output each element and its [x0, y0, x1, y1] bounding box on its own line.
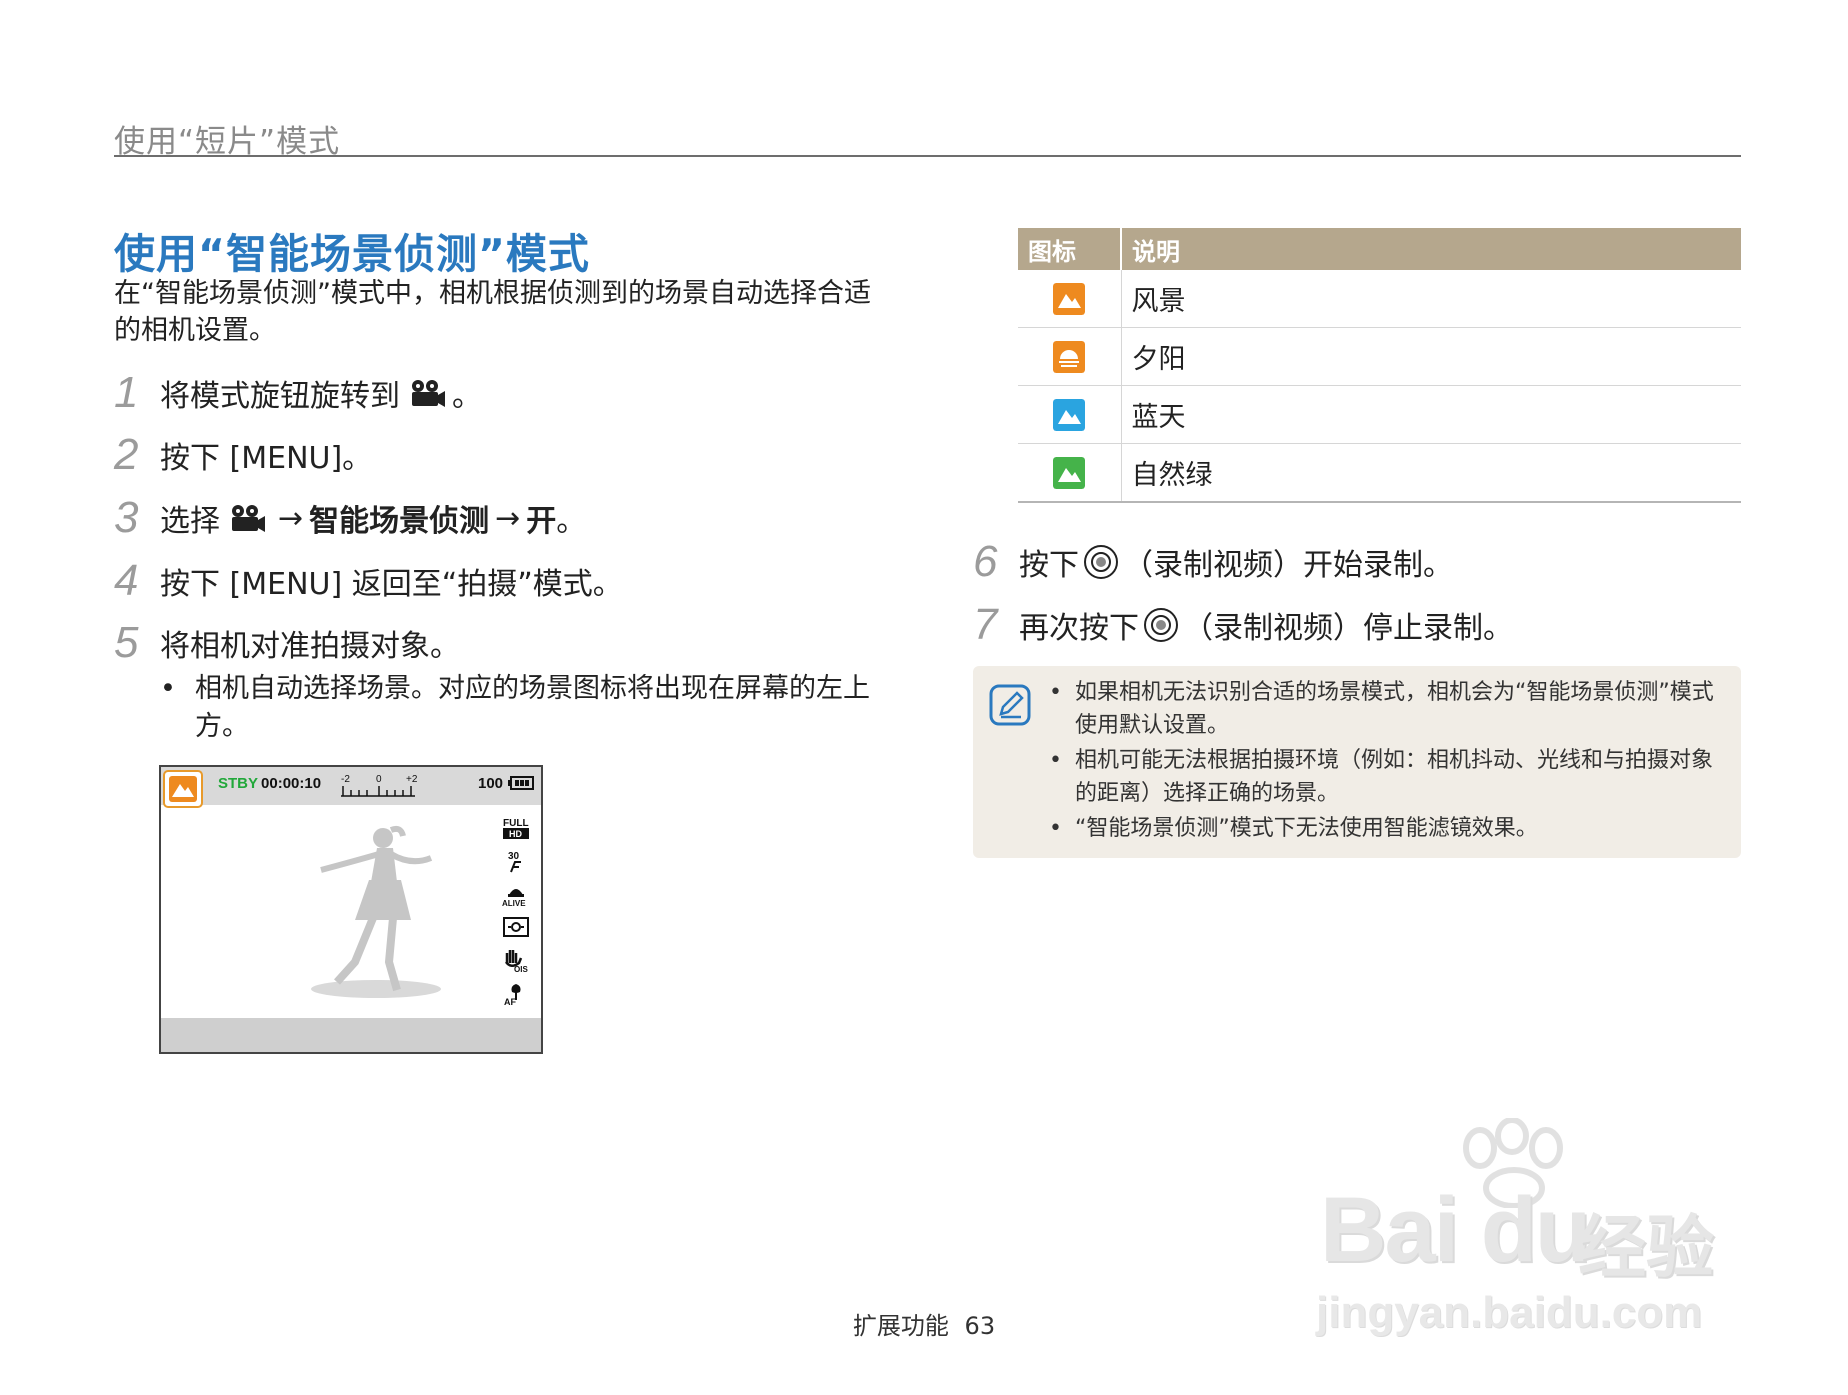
natural-green-icon [1053, 456, 1086, 489]
note-item: “智能场景侦测”模式下无法使用智能滤镜效果。 [1045, 812, 1725, 845]
intro-text: 在“智能场景侦测”模式中，相机根据侦测到的场景自动选择合适的相机设置。 [114, 278, 871, 346]
table-cell-label: 自然绿 [1121, 443, 1741, 503]
step-number: 1 [114, 368, 139, 417]
table-cell-label: 风景 [1121, 270, 1741, 328]
battery-icon [508, 776, 534, 790]
landscape-icon [1053, 282, 1086, 315]
table-row: 自然绿 [1018, 443, 1741, 503]
table-row: 夕阳 [1018, 327, 1741, 386]
menu-option-smart-scene: 智能场景侦测 [309, 504, 490, 539]
dancer-silhouette-icon [311, 825, 441, 998]
bullet-text: 相机自动选择场景。对应的场景图标将出现在屏幕的左上方。 [195, 673, 870, 742]
table-row: 风景 [1018, 270, 1741, 328]
page-heading: 使用“智能场景侦测”模式 [114, 230, 590, 278]
ev-plus-label: +2 [406, 774, 418, 785]
step-text: 将模式旋钮旋转到 [160, 379, 400, 414]
exposure-scale-icon: -2 0 +2 [341, 774, 418, 797]
fps-text: 30 [508, 851, 520, 862]
step-5: 5 将相机对准拍摄对象。 [114, 618, 460, 668]
step-number: 4 [114, 556, 139, 605]
lcd-stby-label: STBY [218, 775, 259, 792]
table-cell-label: 蓝天 [1121, 385, 1741, 444]
full-hd-bottom-text: HD [509, 829, 522, 839]
bullet-item: • 相机自动选择场景。对应的场景图标将出现在屏幕的左上方。 [160, 670, 880, 746]
step-4: 4 按下 [MENU] 返回至“拍摄”模式。 [114, 556, 623, 606]
arrow: → [495, 500, 521, 536]
lcd-record-status: STBY 00:00:10 [218, 775, 321, 792]
movie-mode-icon [412, 380, 445, 407]
step-text: 按下 [1019, 548, 1079, 583]
table-header-description: 说明 [1121, 228, 1741, 270]
arrow: → [278, 500, 304, 536]
note-item: 相机可能无法根据拍摄环境（例如：相机抖动、光线和与拍摄对象的距离）选择正确的场景… [1045, 744, 1725, 810]
bullet-dot: • [160, 673, 176, 704]
ev-minus-label: -2 [341, 774, 350, 785]
page-number: 63 [964, 1312, 996, 1340]
step-text: 选择 [160, 504, 220, 539]
note-list: 如果相机无法识别合适的场景模式，相机会为“智能场景侦测”模式使用默认设置。 相机… [1045, 676, 1725, 847]
table-cell-label: 夕阳 [1121, 327, 1741, 386]
step-6: 6 按下 （录制视频）开始录制。 [973, 537, 1453, 587]
frame-rate-icon: 30 [501, 848, 531, 876]
step-7: 7 再次按下 （录制视频）停止录制。 [973, 600, 1513, 650]
step-number: 3 [114, 493, 139, 542]
note-item: 如果相机无法识别合适的场景模式，相机会为“智能场景侦测”模式使用默认设置。 [1045, 676, 1725, 742]
watermark-brand: Bai du [1320, 1179, 1591, 1281]
step-number: 6 [973, 537, 998, 586]
ev-zero-label: 0 [376, 774, 382, 785]
camera-lcd-preview: STBY 00:00:10 -2 0 +2 100 FULL HD 30 ALI… [159, 765, 543, 1054]
full-hd-top-text: FULL [503, 818, 529, 829]
scene-icon-table: 图标 说明 风景 夕阳 蓝天 自然绿 [1018, 228, 1741, 503]
sunset-icon [1053, 340, 1086, 373]
step-2: 2 按下 [MENU]。 [114, 430, 372, 480]
step-text-end: （录制视频）开始录制。 [1123, 548, 1453, 583]
step-number: 5 [114, 618, 139, 667]
table-header-icon: 图标 [1018, 228, 1122, 270]
record-button-icon [1144, 608, 1178, 642]
smart-alive-icon: ALIVE [501, 881, 531, 909]
step-text-end: （录制视频）停止录制。 [1183, 611, 1513, 646]
alive-text: ALIVE [502, 899, 526, 907]
header-rule [114, 155, 1741, 157]
lcd-bottom-bar [161, 1018, 541, 1052]
lcd-scene-badge [163, 770, 203, 808]
landscape-icon [169, 776, 197, 802]
movie-menu-icon [232, 505, 265, 532]
metering-icon [501, 914, 531, 942]
step-text-end: 。 [452, 379, 482, 414]
lcd-time: 00:00:10 [261, 775, 322, 792]
step-1: 1 将模式旋钮旋转到 。 [114, 368, 482, 418]
step-3: 3 选择 → 智能场景侦测 → 开 。 [114, 493, 586, 543]
note-box: 如果相机无法识别合适的场景模式，相机会为“智能场景侦测”模式使用默认设置。 相机… [973, 666, 1741, 858]
lcd-remaining-count: 100 [478, 775, 504, 792]
ois-text: OIS [514, 965, 528, 973]
blue-sky-icon [1053, 398, 1086, 431]
ois-hand-icon: OIS [501, 947, 531, 975]
table-header-row: 图标 说明 [1018, 228, 1741, 270]
full-hd-icon: FULL HD [501, 815, 531, 843]
record-button-icon [1084, 545, 1118, 579]
step-text: 将相机对准拍摄对象。 [160, 629, 460, 664]
step-text: 按下 [MENU] 返回至“拍摄”模式。 [160, 567, 623, 602]
menu-option-on: 开 [526, 504, 557, 539]
baidu-watermark: Bai du 经验 jingyan.baidu.com [1310, 1118, 1750, 1338]
af-text: AF [504, 997, 516, 1006]
macro-af-icon: AF [501, 980, 531, 1008]
table-row: 蓝天 [1018, 385, 1741, 444]
step-number: 2 [114, 430, 139, 479]
watermark-url: jingyan.baidu.com [1316, 1288, 1703, 1337]
note-pencil-icon [989, 684, 1031, 726]
lcd-side-icons: FULL HD 30 ALIVE OIS AF [501, 815, 531, 1013]
watermark-cn: 经验 [1578, 1209, 1715, 1288]
step-number: 7 [973, 600, 998, 649]
footer-section: 扩展功能 [852, 1312, 949, 1340]
step-text: 再次按下 [1019, 611, 1139, 646]
step-text: 按下 [MENU]。 [160, 441, 373, 476]
step-text-end: 。 [556, 504, 587, 539]
